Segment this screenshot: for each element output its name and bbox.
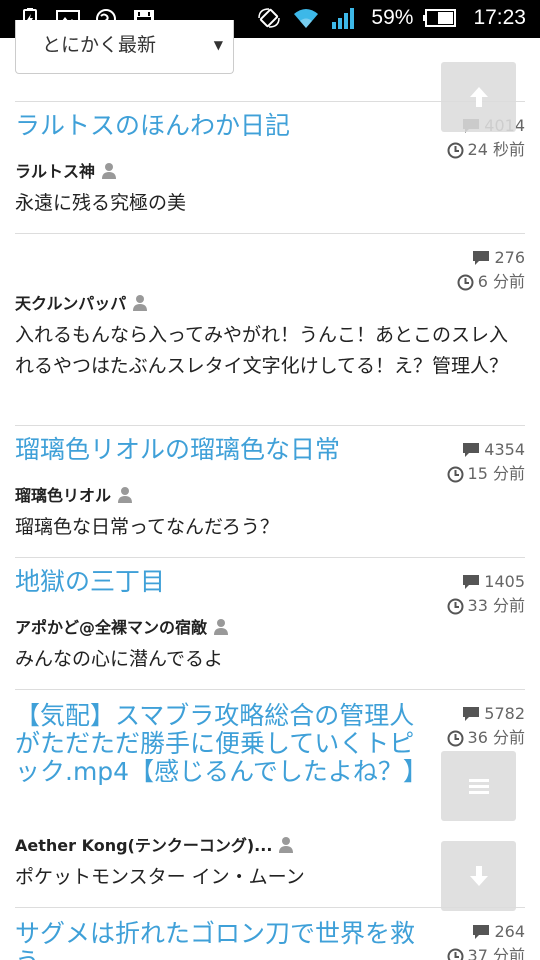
person-icon (102, 162, 117, 179)
comment-count: 5782 (484, 704, 525, 723)
wifi-icon (294, 9, 319, 28)
sort-select-value: とにかく最新 (42, 34, 157, 56)
comment-icon (473, 251, 490, 265)
person-icon (133, 294, 148, 311)
post-time: 24 秒前 (467, 140, 525, 159)
person-icon (214, 618, 229, 635)
thread-description: 瑠璃色な日常ってなんだろう？ (15, 516, 279, 538)
arrow-up-icon (469, 87, 488, 107)
sort-select[interactable]: とにかく最新 ▼ (15, 20, 234, 74)
clock-icon (447, 730, 464, 746)
person-icon (279, 836, 294, 853)
clock-icon (447, 948, 464, 960)
signal-icon (332, 8, 355, 29)
menu-button[interactable] (441, 751, 516, 821)
thread-title[interactable]: 瑠璃色リオルの瑠璃色な日常 (15, 436, 425, 464)
clock: 17:23 (473, 6, 526, 29)
battery-icon (423, 9, 457, 27)
thread-title[interactable]: 【気配】スマブラ攻略総合の管理人がただただ勝手に便乗していくトピック.mp4【感… (15, 702, 428, 786)
thread-description: 入れるもんなら入ってみやがれ！うんこ！あとこのスレ入れるやつはたぶんスレタイ文字… (15, 324, 509, 377)
thread-item[interactable]: 瑠璃色リオルの瑠璃色な日常 4354 15 分前 瑠璃色リオル 瑠璃色な日常って… (15, 425, 525, 557)
thread-title[interactable]: サグメは折れたゴロン刀で世界を救う (15, 920, 425, 960)
post-time: 37 分前 (467, 946, 525, 960)
comment-count: 276 (494, 248, 525, 267)
scroll-top-button[interactable] (441, 62, 516, 132)
clock-icon (447, 598, 464, 614)
clock-icon (457, 274, 474, 290)
author-name[interactable]: 瑠璃色リオル (15, 482, 111, 506)
post-time: 36 分前 (467, 728, 525, 747)
thread-item[interactable]: 地獄の三丁目 1405 33 分前 アポかど@全裸マンの宿敵 みんなの心に潜んで… (15, 557, 525, 689)
comment-count: 264 (494, 922, 525, 941)
comment-count: 1405 (484, 572, 525, 591)
thread-title[interactable]: 地獄の三丁目 (15, 568, 425, 596)
post-time: 33 分前 (467, 596, 525, 615)
thread-item[interactable]: 276 6 分前 天クルンパッパ 入れるもんなら入ってみやがれ！うんこ！あとこの… (15, 233, 525, 425)
rotation-icon (258, 8, 281, 28)
comment-count: 4354 (484, 440, 525, 459)
post-time: 6 分前 (477, 272, 525, 291)
dropdown-arrow-icon: ▼ (213, 38, 223, 52)
author-name[interactable]: ラルトス神 (15, 158, 95, 182)
menu-icon (468, 779, 489, 794)
comment-icon (463, 707, 480, 721)
thread-title[interactable]: ラルトスのほんわか日記 (15, 112, 425, 140)
clock-icon (447, 466, 464, 482)
battery-percent: 59% (371, 6, 414, 29)
thread-description: みんなの心に潜んでるよ (15, 648, 224, 670)
author-name[interactable]: Aether Kong(テンクーコング)... (15, 832, 272, 856)
person-icon (118, 486, 133, 503)
author-name[interactable]: アポかど@全裸マンの宿敵 (15, 614, 207, 638)
post-time: 15 分前 (467, 464, 525, 483)
author-name[interactable]: 天クルンパッパ (15, 290, 126, 314)
thread-item[interactable]: サグメは折れたゴロン刀で世界を救う 264 37 分前 (15, 907, 525, 960)
scroll-bottom-button[interactable] (441, 841, 516, 911)
comment-icon (463, 575, 480, 589)
arrow-down-icon (469, 866, 488, 886)
clock-icon (447, 142, 464, 158)
comment-icon (473, 925, 490, 939)
comment-icon (463, 443, 480, 457)
thread-description: 永遠に残る究極の美 (15, 192, 187, 214)
